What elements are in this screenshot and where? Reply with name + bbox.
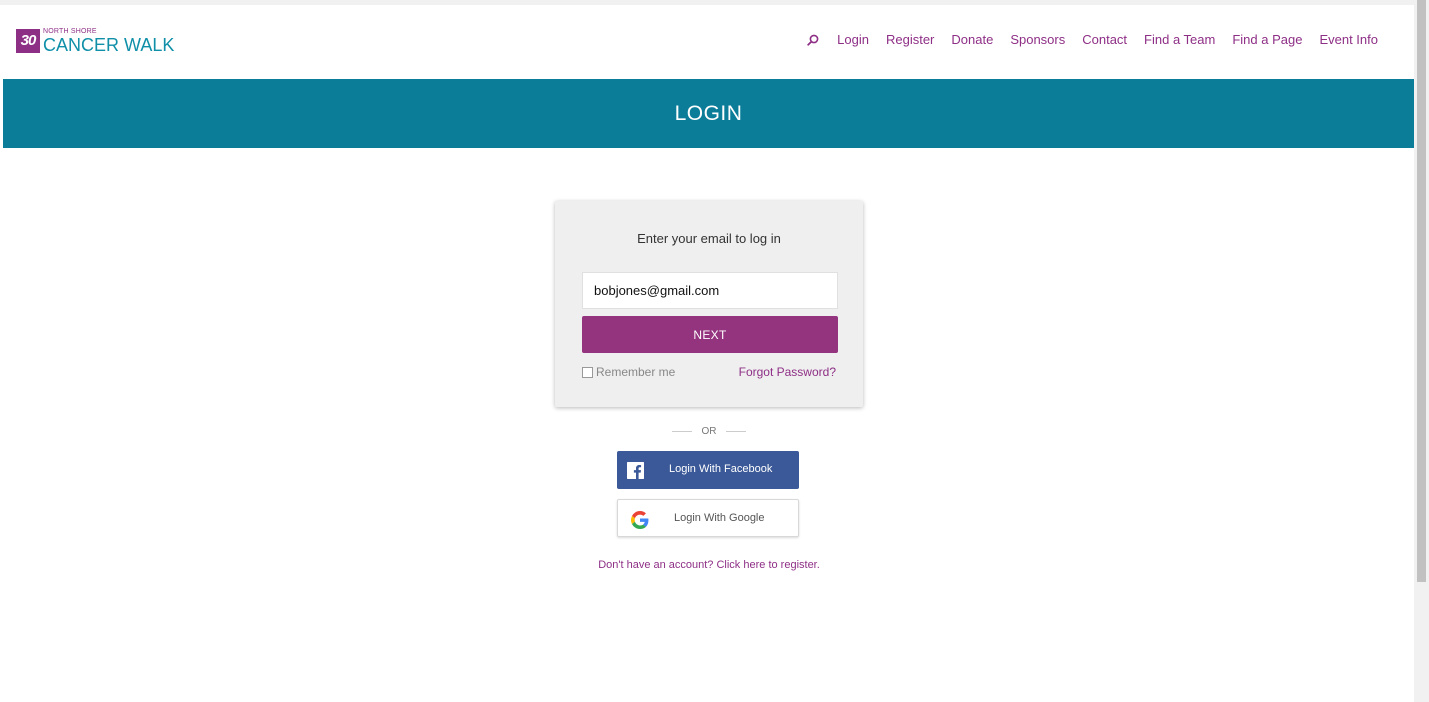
google-button-label: Login With Google [674, 512, 765, 524]
login-with-facebook-button[interactable]: Login With Facebook [617, 451, 799, 489]
login-card-title: Enter your email to log in [637, 231, 781, 246]
nav-find-a-page[interactable]: Find a Page [1232, 32, 1302, 47]
login-with-google-button[interactable]: Login With Google [617, 499, 799, 537]
logo-wordmark: NORTH SHORE CANCER WALK [43, 28, 174, 54]
or-label: OR [701, 425, 717, 437]
register-link[interactable]: Don't have an account? Click here to reg… [0, 559, 1418, 571]
next-button[interactable]: NEXT [582, 316, 838, 353]
nav-sponsors[interactable]: Sponsors [1010, 32, 1065, 47]
scrollbar-thumb[interactable] [1417, 0, 1426, 582]
site-logo[interactable]: 30 NORTH SHORE CANCER WALK [16, 28, 174, 54]
vertical-scrollbar[interactable] [1414, 0, 1429, 702]
main-nav: Login Register Donate Sponsors Contact F… [806, 32, 1378, 47]
nav-find-a-team[interactable]: Find a Team [1144, 32, 1215, 47]
nav-register[interactable]: Register [886, 32, 934, 47]
site-header: 30 NORTH SHORE CANCER WALK Login Registe… [0, 5, 1414, 78]
forgot-password-link[interactable]: Forgot Password? [739, 365, 836, 379]
facebook-icon [627, 462, 644, 479]
nav-event-info[interactable]: Event Info [1319, 32, 1378, 47]
email-input[interactable] [582, 272, 838, 309]
logo-big-text: CANCER WALK [43, 35, 175, 55]
google-icon [631, 511, 649, 529]
page-title: LOGIN [674, 101, 743, 125]
nav-donate[interactable]: Donate [951, 32, 993, 47]
remember-me-label: Remember me [596, 365, 676, 379]
divider-line-right [726, 430, 746, 432]
page-banner: LOGIN [3, 79, 1414, 148]
nav-contact[interactable]: Contact [1082, 32, 1127, 47]
or-divider: OR [672, 424, 746, 438]
login-card: Enter your email to log in NEXT Remember… [555, 201, 863, 407]
search-icon[interactable] [806, 33, 820, 47]
remember-me[interactable]: Remember me [582, 365, 675, 379]
facebook-button-label: Login With Facebook [669, 463, 773, 475]
page: 30 NORTH SHORE CANCER WALK Login Registe… [0, 0, 1429, 702]
divider-line-left [672, 430, 692, 432]
logo-badge: 30 [16, 29, 40, 53]
nav-login[interactable]: Login [837, 32, 869, 47]
logo-small-text: NORTH SHORE [43, 28, 97, 35]
remember-me-checkbox[interactable] [582, 366, 593, 378]
